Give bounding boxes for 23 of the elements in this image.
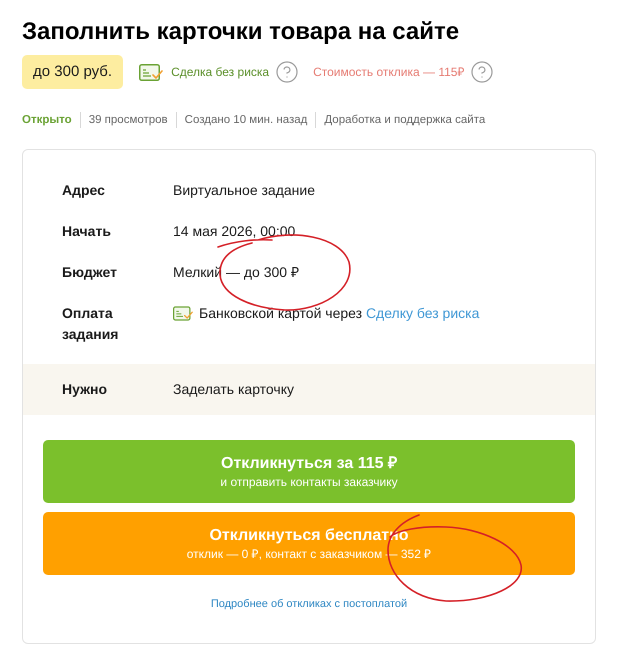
detail-value: Банковской картой через Сделку без риска	[199, 304, 480, 323]
help-icon[interactable]	[470, 60, 494, 84]
detail-value: Виртуальное задание	[173, 181, 315, 200]
card-check-icon	[173, 306, 193, 321]
postpay-info-link[interactable]: Подробнее об откликах с постоплатой	[210, 596, 408, 612]
help-icon[interactable]	[275, 60, 300, 84]
detail-label: Оплата задания	[62, 304, 120, 344]
response-cost-label: Стоимость отклика — 115₽	[313, 64, 464, 81]
safe-deal-link[interactable]: Сделку без риска	[366, 305, 480, 321]
card-check-icon	[139, 64, 164, 80]
paid-response-button[interactable]: Откликнуться за 115 ₽ и отправить контакты заказчику	[43, 440, 575, 503]
meta-text: Создано 10 мин. назад	[184, 113, 308, 128]
meta-text: 39 просмотров	[88, 113, 168, 128]
price-badge: до 300 руб.	[22, 55, 124, 89]
detail-value: Заделать карточку	[173, 380, 294, 399]
detail-label: Бюджет	[62, 263, 118, 282]
detail-label: Нужно	[62, 380, 108, 399]
page-title: Заполнить карточки товара на сайте	[22, 17, 460, 47]
detail-label: Адрес	[62, 181, 106, 200]
safe-deal-label: Сделка без риска	[171, 64, 270, 81]
detail-label: Начать	[62, 222, 112, 241]
status-label: Открыто	[22, 113, 72, 128]
meta-text: Доработка и поддержка сайта	[324, 113, 486, 128]
